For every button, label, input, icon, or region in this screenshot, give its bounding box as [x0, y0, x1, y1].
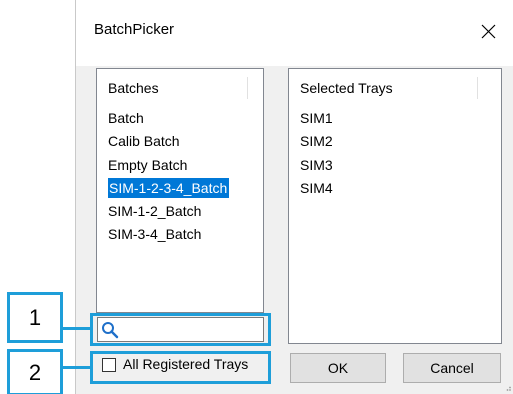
- batches-items: Batch Calib Batch Empty Batch SIM-1-2-3-4_B…: [107, 107, 263, 247]
- list-item-label: SIM3: [300, 156, 333, 173]
- trays-column-header[interactable]: Selected Trays: [289, 69, 501, 101]
- list-item-label: SIM4: [300, 179, 333, 196]
- list-item-label: Batch: [108, 110, 144, 126]
- cancel-button[interactable]: Cancel: [403, 353, 501, 383]
- list-item[interactable]: Batch: [107, 107, 263, 130]
- list-item-label: Calib Batch: [108, 133, 180, 150]
- list-item[interactable]: SIM-1-2_Batch: [107, 200, 263, 223]
- batches-column-header[interactable]: Batches: [97, 69, 263, 101]
- column-divider[interactable]: [477, 77, 478, 99]
- close-icon: [481, 24, 496, 39]
- resize-grip-icon[interactable]: [506, 386, 512, 392]
- list-item-label: SIM1: [300, 110, 333, 126]
- column-divider[interactable]: [247, 77, 248, 99]
- title-bar: BatchPicker: [76, 0, 513, 66]
- list-item[interactable]: Calib Batch: [107, 130, 263, 153]
- callout-number: 2: [7, 349, 63, 394]
- batches-header-label: Batches: [108, 80, 159, 96]
- list-item-label: SIM-1-2-3-4_Batch: [108, 177, 230, 198]
- list-item[interactable]: Empty Batch: [107, 154, 263, 177]
- list-item[interactable]: SIM-1-2-3-4_Batch: [107, 177, 263, 200]
- callout-highlight-checkbox: [90, 351, 271, 384]
- callout-highlight-search: [90, 313, 271, 346]
- batches-listbox[interactable]: Batches Batch Calib Batch Empty Batch SIM-1…: [96, 68, 264, 313]
- list-item[interactable]: SIM1: [299, 107, 501, 130]
- trays-items: SIM1 SIM2 SIM3 SIM4: [299, 107, 501, 200]
- selected-trays-listbox[interactable]: Selected Trays SIM1 SIM2 SIM3 SIM4: [288, 68, 502, 344]
- list-item[interactable]: SIM-3-4_Batch: [107, 223, 263, 246]
- callout-connector: [63, 327, 91, 330]
- list-item-label: SIM2: [300, 133, 333, 150]
- screenshot-stage: BatchPicker Batches Batch Calib Batch Empt…: [0, 0, 513, 394]
- trays-header-label: Selected Trays: [300, 80, 393, 96]
- callout-connector: [63, 366, 91, 369]
- list-item[interactable]: SIM4: [299, 177, 501, 200]
- close-button[interactable]: [474, 18, 504, 46]
- list-item[interactable]: SIM2: [299, 130, 501, 153]
- list-item-label: Empty Batch: [108, 156, 188, 173]
- list-item[interactable]: SIM3: [299, 154, 501, 177]
- list-item-label: SIM-3-4_Batch: [108, 226, 202, 243]
- list-item-label: SIM-1-2_Batch: [108, 203, 202, 220]
- window-title: BatchPicker: [94, 21, 175, 38]
- callout-number: 1: [7, 292, 63, 343]
- ok-button[interactable]: OK: [290, 353, 386, 383]
